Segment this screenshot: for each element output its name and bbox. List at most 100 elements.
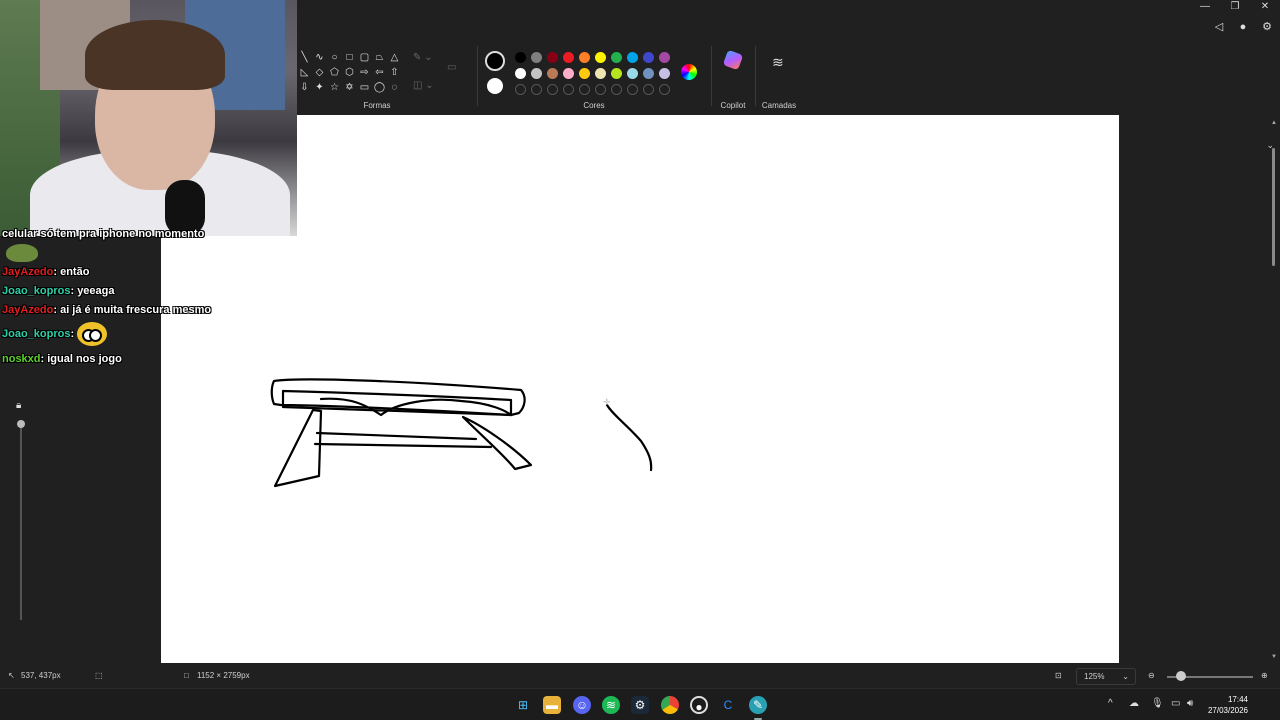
left-arrow-shape-icon[interactable]: ⇦ xyxy=(372,65,387,80)
account-icon[interactable]: ● xyxy=(1236,20,1250,34)
scrollbar-thumb[interactable] xyxy=(1272,148,1275,266)
color-swatch[interactable] xyxy=(595,68,606,79)
color-swatch[interactable] xyxy=(659,68,670,79)
zoom-slider-knob[interactable] xyxy=(1176,671,1186,681)
custom-color-slot[interactable] xyxy=(643,84,654,95)
windows-start-icon[interactable]: ⊞ xyxy=(514,696,532,714)
ccleaner-icon[interactable]: C xyxy=(719,696,737,714)
obs-icon[interactable]: ● xyxy=(690,696,708,714)
network-icon[interactable]: ▭ xyxy=(1171,698,1180,709)
pentagon-shape-icon[interactable]: ⬠ xyxy=(327,65,342,80)
color-swatch[interactable] xyxy=(515,52,526,63)
shapes-group: ╲ ∿ ○ □ ▢ ⏢ △ ◺ ◇ ⬠ ⬡ ⇨ ⇦ ⇧ ⇩ ✦ ☆ ✡ ▭ ◯ xyxy=(297,40,457,114)
close-button[interactable]: ✕ xyxy=(1250,0,1280,14)
chrome-icon[interactable] xyxy=(661,696,679,714)
layers-group[interactable]: ≋ Camadas xyxy=(759,40,799,114)
color-swatch[interactable] xyxy=(531,52,542,63)
oval-shape-icon[interactable]: ○ xyxy=(327,50,342,65)
edit-colors-icon[interactable] xyxy=(681,64,697,80)
cloud-callout-shape-icon[interactable]: ◌ xyxy=(387,80,402,95)
color-swatch[interactable] xyxy=(563,52,574,63)
diamond-shape-icon[interactable]: ◇ xyxy=(312,65,327,80)
line-shape-icon[interactable]: ╲ xyxy=(297,50,312,65)
custom-color-slot[interactable] xyxy=(611,84,622,95)
share-icon[interactable]: ◁ xyxy=(1212,20,1226,34)
discord-icon[interactable]: ☺ xyxy=(573,696,591,714)
color-swatch[interactable] xyxy=(611,68,622,79)
color-swatch[interactable] xyxy=(547,68,558,79)
color-swatch[interactable] xyxy=(547,52,558,63)
vertical-scrollbar[interactable]: ▲ ▼ xyxy=(1271,120,1277,660)
custom-color-slot[interactable] xyxy=(531,84,542,95)
scroll-up-icon[interactable]: ▲ xyxy=(1271,120,1277,126)
secondary-color-swatch[interactable] xyxy=(487,78,503,94)
chat-message: noskxd: igual nos jogo xyxy=(2,353,122,365)
color-swatch[interactable] xyxy=(579,68,590,79)
speech-bubble-shape-icon[interactable]: ▭ xyxy=(357,80,372,95)
scroll-down-icon[interactable]: ▼ xyxy=(1271,654,1277,660)
custom-color-slot[interactable] xyxy=(547,84,558,95)
layers-icon[interactable]: ≋ xyxy=(772,54,784,71)
triangle-shape-icon[interactable]: △ xyxy=(387,50,402,65)
minimize-button[interactable]: — xyxy=(1190,0,1220,14)
custom-color-slot[interactable] xyxy=(627,84,638,95)
five-point-star-shape-icon[interactable]: ☆ xyxy=(327,80,342,95)
drawing-canvas[interactable]: ✛ xyxy=(161,115,1119,663)
custom-color-slot[interactable] xyxy=(563,84,574,95)
system-clock[interactable]: 17:44 27/03/2026 xyxy=(1208,694,1248,716)
chevron-up-icon[interactable]: ^ xyxy=(1108,698,1113,709)
custom-color-slot[interactable] xyxy=(579,84,590,95)
zoom-out-icon[interactable]: ⊖ xyxy=(1148,671,1155,680)
eyes-emote-icon xyxy=(77,322,108,346)
right-triangle-shape-icon[interactable]: ◺ xyxy=(297,65,312,80)
colors-group: Cores xyxy=(477,40,711,114)
four-point-star-shape-icon[interactable]: ✦ xyxy=(312,80,327,95)
chat-text: celular só tem pra iphone no momento xyxy=(2,228,205,240)
microphone-icon[interactable]: 🎙︎ xyxy=(1151,698,1164,709)
custom-color-slot[interactable] xyxy=(595,84,606,95)
shapes-gallery: ╲ ∿ ○ □ ▢ ⏢ △ ◺ ◇ ⬠ ⬡ ⇨ ⇦ ⇧ ⇩ ✦ ☆ ✡ ▭ ◯ xyxy=(297,50,402,95)
copilot-group[interactable]: Copilot xyxy=(715,40,751,114)
down-arrow-shape-icon[interactable]: ⇩ xyxy=(297,80,312,95)
six-point-star-shape-icon[interactable]: ✡ xyxy=(342,80,357,95)
oval-callout-shape-icon[interactable]: ◯ xyxy=(372,80,387,95)
paint-icon[interactable]: ✎ xyxy=(749,696,767,714)
color-swatch[interactable] xyxy=(579,52,590,63)
vertical-slider[interactable]: 🔒︎ xyxy=(16,400,26,630)
color-swatch[interactable] xyxy=(515,68,526,79)
color-swatch[interactable] xyxy=(643,68,654,79)
rectangle-shape-icon[interactable]: □ xyxy=(342,50,357,65)
curve-shape-icon[interactable]: ∿ xyxy=(312,50,327,65)
fit-to-window-icon[interactable]: ⊡ xyxy=(1055,671,1062,680)
custom-color-slot[interactable] xyxy=(515,84,526,95)
volume-icon[interactable]: 🔊︎ xyxy=(1187,698,1193,709)
brush-cursor-icon: ✛ xyxy=(603,397,611,407)
file-explorer-icon[interactable]: ▬ xyxy=(543,696,561,714)
color-swatch[interactable] xyxy=(627,52,638,63)
color-swatch[interactable] xyxy=(595,52,606,63)
up-arrow-shape-icon[interactable]: ⇧ xyxy=(387,65,402,80)
restore-button[interactable]: ❐ xyxy=(1220,0,1250,14)
slider-knob[interactable] xyxy=(17,420,25,428)
hexagon-shape-icon[interactable]: ⬡ xyxy=(342,65,357,80)
custom-color-slot[interactable] xyxy=(659,84,670,95)
color-swatch[interactable] xyxy=(659,52,670,63)
right-arrow-shape-icon[interactable]: ⇨ xyxy=(357,65,372,80)
rounded-rectangle-shape-icon[interactable]: ▢ xyxy=(357,50,372,65)
zoom-dropdown[interactable]: 125% ⌄ xyxy=(1076,668,1136,685)
primary-color-swatch[interactable] xyxy=(485,51,505,71)
color-swatch[interactable] xyxy=(643,52,654,63)
copilot-icon[interactable] xyxy=(722,49,744,71)
divider xyxy=(755,46,756,106)
polygon-shape-icon[interactable]: ⏢ xyxy=(372,50,387,65)
canvas-drawing xyxy=(270,378,653,488)
steam-icon[interactable]: ⚙ xyxy=(631,696,649,714)
color-swatch[interactable] xyxy=(611,52,622,63)
color-swatch[interactable] xyxy=(531,68,542,79)
settings-icon[interactable]: ⚙ xyxy=(1260,20,1274,34)
onedrive-icon[interactable]: ☁ xyxy=(1129,698,1139,709)
color-swatch[interactable] xyxy=(563,68,574,79)
color-swatch[interactable] xyxy=(627,68,638,79)
spotify-icon[interactable]: ≋ xyxy=(602,696,620,714)
zoom-in-icon[interactable]: ⊕ xyxy=(1261,671,1268,680)
